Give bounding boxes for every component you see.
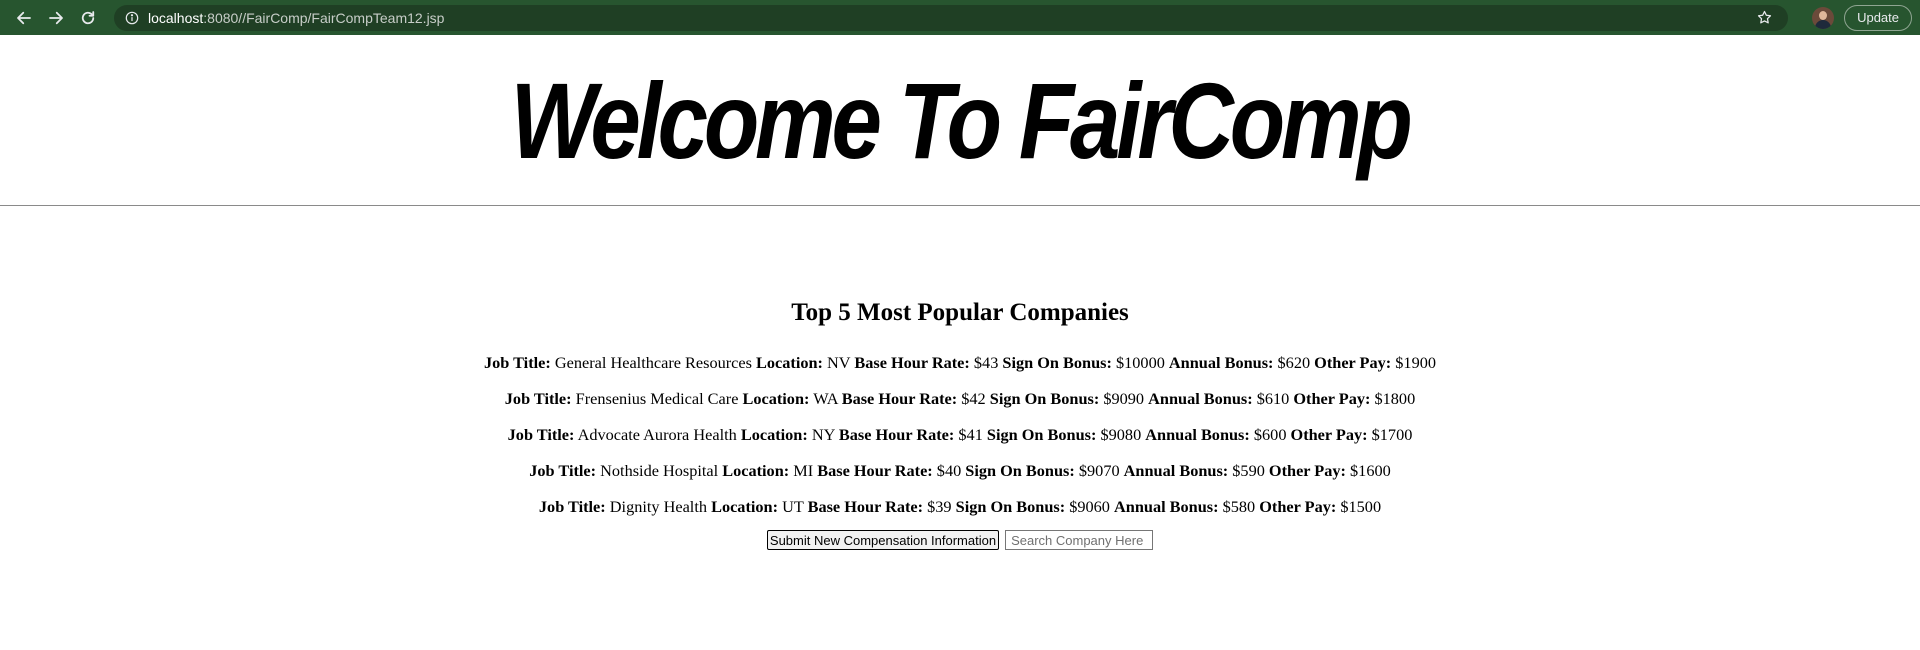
sign-on-value: $9090 <box>1103 389 1145 408</box>
section-title: Top 5 Most Popular Companies <box>791 299 1129 326</box>
star-icon[interactable] <box>1750 9 1778 26</box>
sign-on-label: Sign On Bonus: <box>955 497 1066 516</box>
job-title-value: Nothside Hospital <box>600 461 719 480</box>
company-row: Job Title: Frensenius Medical Care Locat… <box>0 381 1920 417</box>
action-bar: Submit New Compensation Information <box>0 530 1920 550</box>
location-value: WA <box>813 389 838 408</box>
search-company-input[interactable] <box>1005 530 1154 550</box>
location-label: Location: <box>740 425 808 444</box>
location-label: Location: <box>742 389 810 408</box>
other-pay-label: Other Pay: <box>1268 461 1346 480</box>
company-row: Job Title: General Healthcare Resources … <box>0 345 1920 381</box>
info-icon[interactable] <box>124 10 140 26</box>
avatar[interactable] <box>1812 6 1835 29</box>
location-value: MI <box>793 461 814 480</box>
job-title-value: Frensenius Medical Care <box>575 389 739 408</box>
annual-bonus-label: Annual Bonus: <box>1123 461 1229 480</box>
annual-bonus-value: $600 <box>1253 425 1287 444</box>
address-bar[interactable]: localhost:8080//FairComp/FairCompTeam12.… <box>114 4 1789 31</box>
base-rate-value: $41 <box>958 425 983 444</box>
annual-bonus-value: $590 <box>1232 461 1265 480</box>
location-label: Location: <box>722 461 790 480</box>
annual-bonus-label: Annual Bonus: <box>1168 353 1274 372</box>
base-rate-label: Base Hour Rate: <box>841 389 958 408</box>
divider <box>0 205 1920 206</box>
base-rate-label: Base Hour Rate: <box>838 425 955 444</box>
sign-on-value: $9070 <box>1078 461 1120 480</box>
sign-on-label: Sign On Bonus: <box>989 389 1100 408</box>
browser-toolbar: localhost:8080//FairComp/FairCompTeam12.… <box>0 0 1920 35</box>
location-label: Location: <box>756 353 823 372</box>
company-row: Job Title: Nothside Hospital Location: M… <box>0 453 1920 489</box>
other-pay-label: Other Pay: <box>1290 425 1368 444</box>
other-pay-value: $1600 <box>1350 461 1391 480</box>
annual-bonus-label: Annual Bonus: <box>1145 425 1250 444</box>
update-button[interactable]: Update <box>1844 4 1912 31</box>
base-rate-value: $39 <box>927 497 952 516</box>
sign-on-value: $9080 <box>1100 425 1142 444</box>
banner: Welcome To FairComp <box>0 35 1920 205</box>
base-rate-value: $40 <box>936 461 962 480</box>
base-rate-label: Base Hour Rate: <box>854 353 970 372</box>
sign-on-value: $9060 <box>1069 497 1110 516</box>
other-pay-value: $1500 <box>1340 497 1382 516</box>
url-text: localhost:8080//FairComp/FairCompTeam12.… <box>148 10 444 26</box>
company-list: Job Title: General Healthcare Resources … <box>0 345 1920 525</box>
other-pay-label: Other Pay: <box>1259 497 1337 516</box>
other-pay-value: $1900 <box>1395 353 1436 372</box>
job-title-label: Job Title: <box>529 461 597 480</box>
base-rate-value: $42 <box>961 389 986 408</box>
job-title-value: Dignity Health <box>609 497 707 516</box>
other-pay-value: $1700 <box>1371 425 1413 444</box>
job-title-label: Job Title: <box>484 353 551 372</box>
job-title-label: Job Title: <box>507 425 575 444</box>
sign-on-label: Sign On Bonus: <box>1002 353 1112 372</box>
job-title-label: Job Title: <box>504 389 572 408</box>
submit-compensation-button[interactable]: Submit New Compensation Information <box>766 530 1000 550</box>
job-title-value: General Healthcare Resources <box>554 353 752 372</box>
other-pay-label: Other Pay: <box>1314 353 1392 372</box>
location-label: Location: <box>711 497 779 516</box>
forward-arrow-icon[interactable] <box>40 0 72 35</box>
back-arrow-icon[interactable] <box>8 0 40 35</box>
base-rate-value: $43 <box>973 353 999 372</box>
job-title-label: Job Title: <box>538 497 606 516</box>
reload-icon[interactable] <box>72 0 104 35</box>
url-path: :8080//FairComp/FairCompTeam12.jsp <box>203 9 445 26</box>
annual-bonus-label: Annual Bonus: <box>1114 497 1219 516</box>
company-row: Job Title: Advocate Aurora Health Locati… <box>0 417 1920 453</box>
sign-on-label: Sign On Bonus: <box>986 425 1097 444</box>
location-value: UT <box>782 497 804 516</box>
company-row: Job Title: Dignity Health Location: UT B… <box>0 489 1920 525</box>
annual-bonus-value: $580 <box>1222 497 1256 516</box>
location-value: NV <box>827 353 851 372</box>
annual-bonus-label: Annual Bonus: <box>1148 389 1253 408</box>
other-pay-value: $1800 <box>1374 389 1416 408</box>
base-rate-label: Base Hour Rate: <box>817 461 933 480</box>
other-pay-label: Other Pay: <box>1293 389 1371 408</box>
sign-on-value: $10000 <box>1116 353 1165 372</box>
url-host: localhost <box>148 9 204 26</box>
sign-on-label: Sign On Bonus: <box>965 461 1075 480</box>
base-rate-label: Base Hour Rate: <box>807 497 924 516</box>
annual-bonus-value: $610 <box>1256 389 1290 408</box>
location-value: NY <box>811 425 835 444</box>
page-title: Welcome To FairComp <box>510 59 1413 181</box>
annual-bonus-value: $620 <box>1277 353 1311 372</box>
job-title-value: Advocate Aurora Health <box>577 425 737 444</box>
